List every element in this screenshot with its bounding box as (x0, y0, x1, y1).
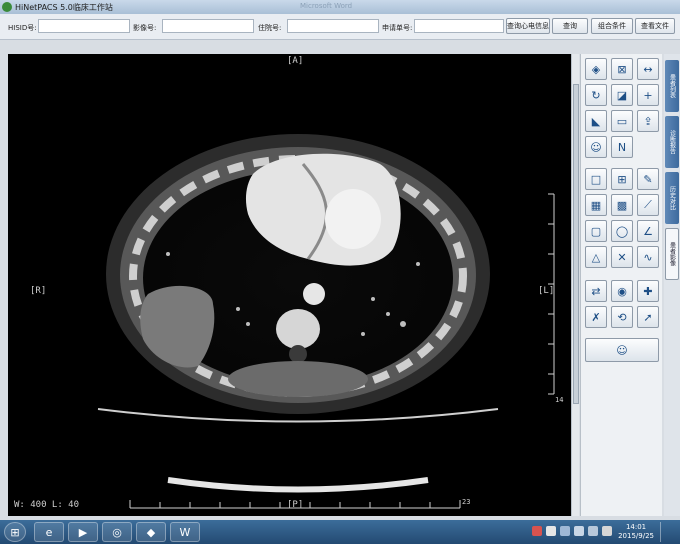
inpatient-no-input[interactable] (287, 19, 379, 33)
query-button[interactable]: 查询 (552, 18, 588, 34)
layout-2x2-grid-icon[interactable]: ▦ (585, 194, 607, 216)
window-level-readout: W: 400 L: 40 (14, 500, 80, 510)
horizontal-scale-label: 23 (462, 498, 471, 506)
ie-taskbar-icon[interactable]: e (34, 522, 64, 542)
side-tabs: 患者列表 诊断报告 历史对比 患者影像 (664, 54, 680, 516)
invert-icon[interactable]: ◪ (611, 84, 633, 106)
vertebral-body (276, 309, 320, 349)
reset-icon[interactable]: ⟲ (611, 306, 633, 328)
image-viewer[interactable]: [A] [P] [R] [L] W: 400 L: 40 14 23 (8, 54, 576, 516)
combo-conditions-button[interactable]: 组合条件 (591, 18, 633, 34)
series-sync-icon[interactable]: ⇄ (585, 280, 607, 302)
marker-right: [R] (30, 286, 47, 296)
ellipse-roi-icon[interactable]: ◯ (611, 220, 633, 242)
tab-patient-list[interactable]: 患者列表 (665, 60, 679, 112)
show-desktop-button[interactable] (660, 522, 678, 542)
ct-scan-image (97, 134, 555, 509)
spinal-canal (289, 345, 307, 363)
query-ecg-button[interactable]: 查询心电信息 (506, 18, 550, 34)
cross-measure-icon[interactable]: ✕ (611, 246, 633, 268)
image-no-input[interactable] (162, 19, 254, 33)
arrow-icon[interactable]: ➚ (637, 306, 659, 328)
left-ventricle (325, 189, 381, 249)
inpatient-label: 住院号: (258, 24, 282, 32)
pen-icon[interactable]: ✎ (637, 168, 659, 190)
image-no-label: 影像号: (133, 24, 157, 32)
scrollbar-thumb[interactable] (573, 84, 579, 404)
search-bar: HISID号: 影像号: 住院号: 申请单号: 查询心电信息 查询 组合条件 查… (0, 14, 680, 40)
media-taskbar-icon[interactable]: ▶ (68, 522, 98, 542)
browser-taskbar-icon[interactable]: ◎ (102, 522, 132, 542)
request-no-label: 申请单号: (382, 24, 413, 32)
ct-table-base (167, 477, 429, 493)
level-icon[interactable]: ▭ (611, 110, 633, 132)
tray-security-icon[interactable] (532, 526, 542, 536)
north-icon[interactable]: N (611, 136, 633, 158)
tray-network-icon[interactable] (560, 526, 570, 536)
ghost-window-title: Microsoft Word (300, 2, 353, 10)
marker-anterior: [A] (287, 56, 304, 66)
tray-flag-icon[interactable] (546, 526, 556, 536)
delete-annotation-icon[interactable]: ✗ (585, 306, 607, 328)
vertical-scale-label: 14 (555, 396, 564, 404)
taskbar: ⊞ e ▶ ◎ ◆ W 14:01 2015/9/25 (0, 520, 680, 544)
head-icon[interactable]: ☺ (585, 136, 607, 158)
triangle-icon[interactable]: ◣ (585, 110, 607, 132)
tab-patient-images[interactable]: 患者影像 (665, 228, 679, 280)
app-logo-icon (2, 2, 12, 12)
localize-icon[interactable]: ✚ (637, 280, 659, 302)
marker-posterior: [P] (287, 500, 304, 510)
window-level-icon[interactable]: ◈ (585, 58, 607, 80)
start-button-icon[interactable]: ⊞ (4, 522, 26, 542)
image-scrollbar[interactable] (571, 54, 579, 516)
export-icon[interactable]: ⇪ (637, 110, 659, 132)
paraspinal-muscle (228, 361, 368, 397)
zoom-in-icon[interactable]: + (637, 84, 659, 106)
line-measure-icon[interactable]: ⟋ (637, 194, 659, 216)
tray-clipboard-icon[interactable] (602, 526, 612, 536)
tool-panel: ◈ ⊠ ↔ ↻ ◪ + ◣ ▭ ⇪ ☺ N □ ⊞ ✎ ▦ ▩ ⟋ ▢ ◯ ∠ △ ✕ ∿ ⇄ ◉ ✚ ✗ ⟲ ➚ ☺ (580, 54, 662, 516)
word-taskbar-icon[interactable]: W (170, 522, 200, 542)
layout-2x2-icon[interactable]: ⊞ (611, 168, 633, 190)
ratio-icon[interactable]: ⊠ (611, 58, 633, 80)
request-no-input[interactable] (414, 19, 504, 33)
rect-roi-icon[interactable]: ▢ (585, 220, 607, 242)
rotate-icon[interactable]: ↻ (585, 84, 607, 106)
tray-input-icon[interactable] (588, 526, 598, 536)
tray-volume-icon[interactable] (574, 526, 584, 536)
title-bar: HiNetPACS 5.0临床工作站 Microsoft Word (0, 0, 680, 14)
tab-diagnosis-report[interactable]: 诊断报告 (665, 116, 679, 168)
window-title: HiNetPACS 5.0临床工作站 (15, 2, 113, 12)
horizontal-fit-icon[interactable]: ↔ (637, 58, 659, 80)
layout-1x1-icon[interactable]: □ (585, 168, 607, 190)
hisid-label: HISID号: (8, 24, 37, 32)
freehand-icon[interactable]: ∿ (637, 246, 659, 268)
angle-icon[interactable]: ∠ (637, 220, 659, 242)
triangle-measure-icon[interactable]: △ (585, 246, 607, 268)
mpr-icon[interactable]: ◉ (611, 280, 633, 302)
pacs-taskbar-icon[interactable]: ◆ (136, 522, 166, 542)
aorta (303, 283, 325, 305)
view-report-button[interactable]: 查看文件 (635, 18, 675, 34)
tab-history-compare[interactable]: 历史对比 (665, 172, 679, 224)
hisid-input[interactable] (38, 19, 130, 33)
taskbar-clock[interactable]: 14:01 2015/9/25 (618, 523, 654, 541)
big-head-icon[interactable]: ☺ (585, 338, 659, 362)
clock-time: 14:01 (625, 523, 647, 531)
layout-3x3-icon[interactable]: ▩ (611, 194, 633, 216)
marker-left: [L] (538, 286, 555, 296)
clock-date: 2015/9/25 (618, 532, 654, 540)
